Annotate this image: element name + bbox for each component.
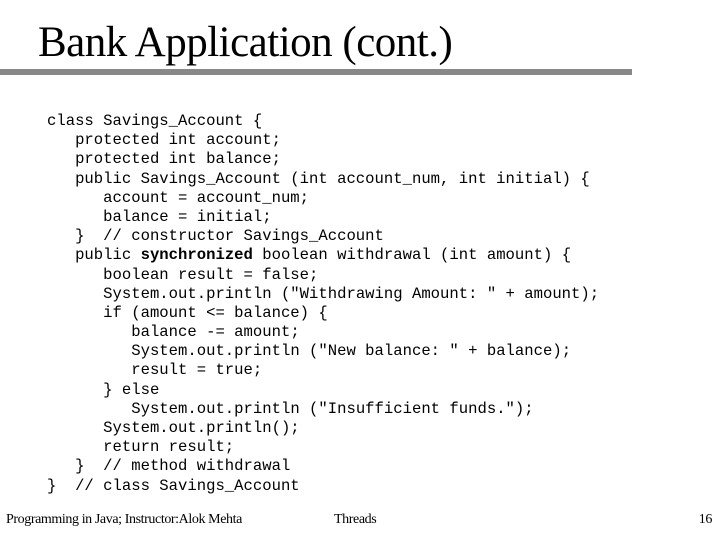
code-line: protected int account; xyxy=(75,131,281,150)
code-line: balance = initial; xyxy=(103,207,272,226)
footer-course: Programming in Java; Instructor:Alok Meh… xyxy=(6,512,242,527)
slide-title: Bank Application (cont.) xyxy=(38,19,453,66)
code-line: if (amount <= balance) { xyxy=(103,303,328,322)
synchronized-keyword: synchronized xyxy=(140,246,253,265)
footer-topic: Threads xyxy=(334,512,377,527)
code-line: class Savings_Account { xyxy=(47,112,263,130)
code-line: result = true; xyxy=(131,361,263,380)
code-line: balance -= amount; xyxy=(131,323,300,342)
code-line: } // constructor Savings_Account xyxy=(75,227,384,246)
code-line: System.out.println ("New balance: " + ba… xyxy=(131,342,572,361)
footer-page-number: 16 xyxy=(698,512,713,527)
code-line: System.out.println ("Insufficient funds.… xyxy=(131,399,534,418)
code-line: } // class Savings_Account xyxy=(47,476,300,495)
code-line: } // method withdrawal xyxy=(75,457,291,476)
code-line: System.out.println(); xyxy=(103,419,300,437)
code-line: public Savings_Account (int account_num,… xyxy=(75,169,590,188)
code-line: protected int balance; xyxy=(75,150,281,169)
code-line: account = account_num; xyxy=(103,188,310,207)
code-line: return result; xyxy=(103,438,235,457)
code-line: } else xyxy=(103,380,160,399)
code-line: boolean result = false; xyxy=(103,265,319,284)
code-line: System.out.println ("Withdrawing Amount:… xyxy=(103,284,600,303)
title-underline-rule xyxy=(0,69,632,75)
code-line: public synchronized boolean withdrawal (… xyxy=(75,246,572,265)
code-block: class Savings_Account { protected int ac… xyxy=(47,112,599,496)
